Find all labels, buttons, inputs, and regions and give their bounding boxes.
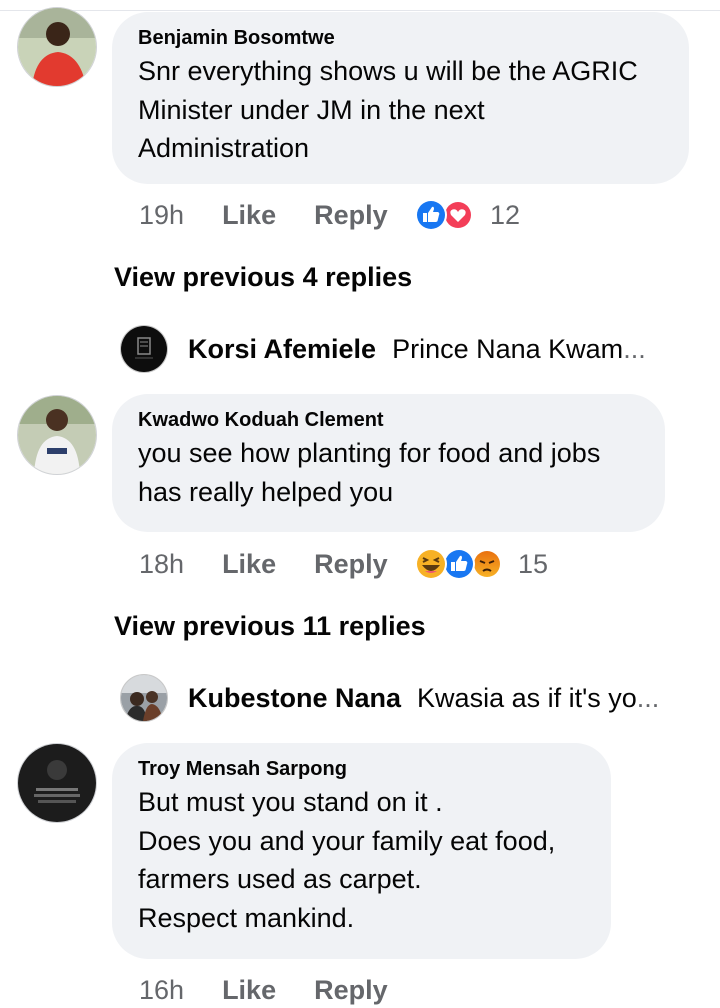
reactions-summary-1[interactable]: 12	[414, 197, 520, 233]
comment-text: But must you stand on it . Does you and …	[138, 787, 556, 933]
comment-author[interactable]: Kwadwo Koduah Clement	[138, 408, 639, 432]
avatar-benjamin-bosomtwe[interactable]	[17, 7, 97, 87]
reaction-count: 12	[490, 199, 521, 230]
reply-button[interactable]: Reply	[314, 975, 388, 1006]
reply-snippet-text: Prince Nana Kwam	[392, 333, 624, 364]
view-previous-replies-1[interactable]: View previous 4 replies	[114, 262, 412, 293]
reaction-icons	[415, 199, 473, 231]
comment-bubble-2: Kwadwo Koduah Clement you see how planti…	[112, 394, 665, 532]
comment-time: 19h	[139, 199, 185, 230]
avatar-kwadwo-koduah-clement[interactable]	[17, 395, 97, 475]
ellipsis: ...	[623, 333, 646, 364]
reply-button[interactable]: Reply	[314, 549, 388, 580]
comment-actions-3: 16h Like Reply	[139, 972, 388, 1008]
reply-preview-1[interactable]: Korsi Afemiele Prince Nana Kwam...	[120, 325, 646, 373]
angry-icon	[472, 549, 502, 579]
reply-button[interactable]: Reply	[314, 200, 388, 231]
like-button[interactable]: Like	[222, 200, 276, 231]
comment-text: Snr everything shows u will be the AGRIC…	[138, 56, 638, 163]
view-previous-replies-2[interactable]: View previous 11 replies	[114, 611, 426, 642]
comment-bubble-3: Troy Mensah Sarpong But must you stand o…	[112, 743, 611, 959]
comment-author[interactable]: Benjamin Bosomtwe	[138, 26, 663, 50]
haha-icon	[415, 548, 447, 580]
comment-time: 18h	[139, 548, 185, 579]
reply-snippet: Kwasia as if it's yo...	[417, 683, 659, 714]
avatar-korsi-afemiele	[120, 325, 168, 373]
comment-text: you see how planting for food and jobs h…	[138, 438, 601, 507]
comment-actions-2: 18h Like Reply	[139, 546, 388, 582]
reactions-summary-2[interactable]: 15	[414, 546, 548, 582]
avatar-troy-mensah-sarpong[interactable]	[17, 743, 97, 823]
comment-author[interactable]: Troy Mensah Sarpong	[138, 757, 585, 781]
like-button[interactable]: Like	[222, 975, 276, 1006]
top-divider	[0, 10, 720, 11]
reaction-count: 15	[518, 548, 549, 579]
like-icon	[443, 548, 475, 580]
comment-bubble-1: Benjamin Bosomtwe Snr everything shows u…	[112, 12, 689, 184]
reply-snippet: Prince Nana Kwam...	[392, 334, 646, 365]
ellipsis: ...	[636, 682, 660, 713]
avatar-kubestone-nana	[120, 674, 168, 722]
comment-time: 16h	[139, 974, 185, 1005]
love-icon	[443, 200, 473, 230]
like-button[interactable]: Like	[222, 549, 276, 580]
reply-author[interactable]: Korsi Afemiele	[188, 334, 376, 365]
reply-author[interactable]: Kubestone Nana	[188, 683, 401, 714]
reply-preview-2[interactable]: Kubestone Nana Kwasia as if it's yo...	[120, 674, 659, 722]
comment-actions-1: 19h Like Reply	[139, 197, 388, 233]
reply-snippet-text: Kwasia as if it's yo	[417, 682, 637, 713]
like-icon	[415, 199, 447, 231]
reaction-icons	[415, 548, 502, 580]
